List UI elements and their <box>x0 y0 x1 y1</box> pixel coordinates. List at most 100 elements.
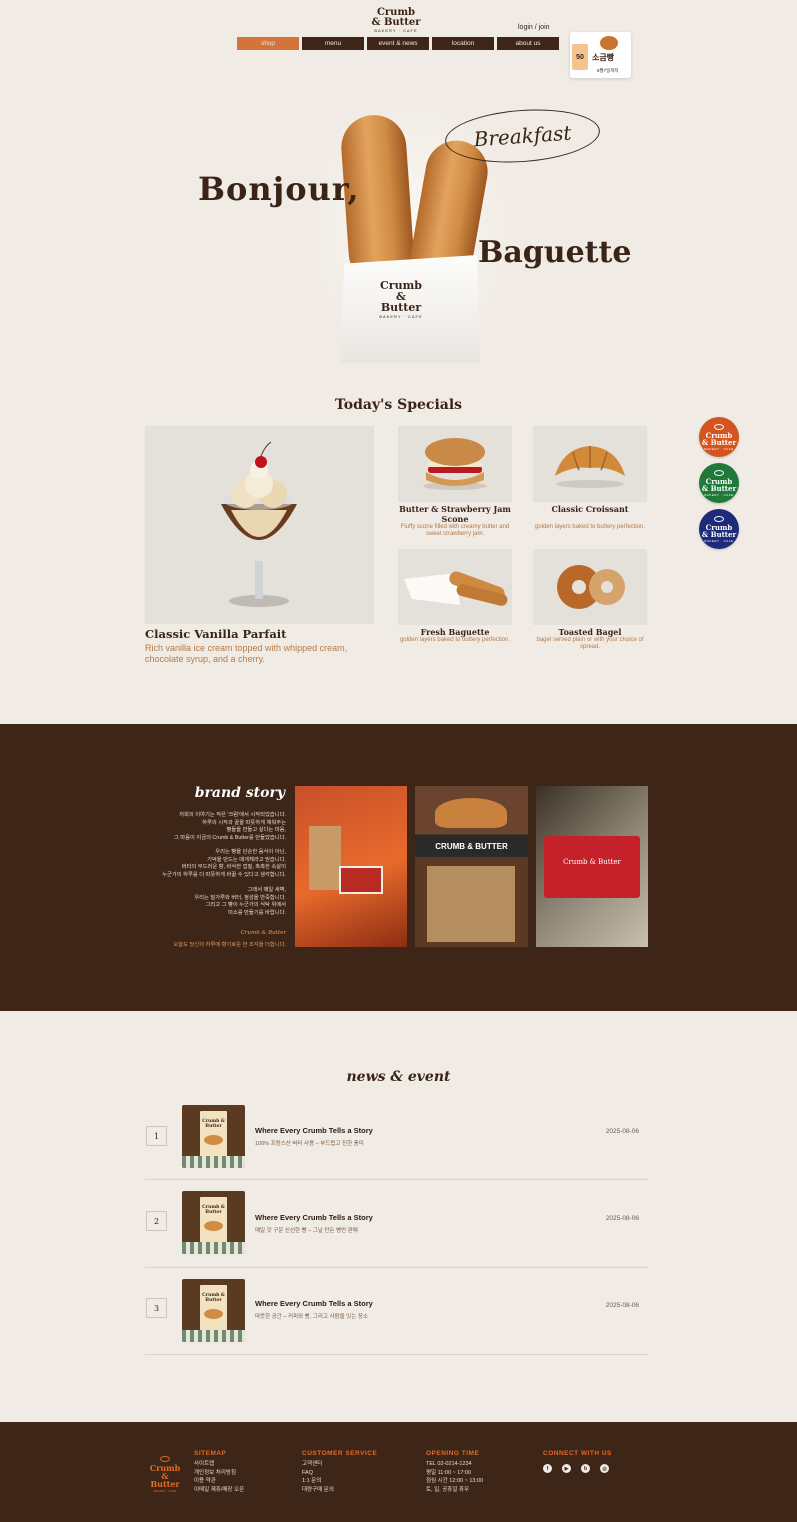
news-date: 2025-08-06 <box>605 1302 639 1309</box>
footer-link[interactable]: 사이트맵 <box>194 1460 244 1469</box>
thumb-stripe <box>182 1330 245 1342</box>
badge-orange[interactable]: Crumb & Butter BAKERY · CAFE <box>699 417 739 457</box>
brand-photo-basket: Crumb & Butter <box>536 786 648 947</box>
news-thumbnail[interactable]: Crumb & Butter <box>182 1279 245 1342</box>
croissant-icon <box>204 1135 223 1145</box>
fresh-baguette-desc: golden layers baked to buttery perfectio… <box>399 637 511 643</box>
footer-logo[interactable]: Crumb & Butter BAKERY · CAFE <box>148 1456 182 1493</box>
news-date: 2025-08-06 <box>605 1128 639 1135</box>
footer-info: 점심 시간 12:00 ~ 13:00 <box>426 1478 484 1484</box>
badge-navy[interactable]: Crumb & Butter BAKERY · CAFE <box>699 509 739 549</box>
fresh-baguette-name: Fresh Baguette <box>420 627 490 637</box>
brand-line: 빵들을 만들고 싶다는 마음, <box>226 827 287 834</box>
news-number: 3 <box>146 1298 167 1318</box>
scone-desc: Fluffy scone filled with creamy butter a… <box>400 524 510 537</box>
news-item[interactable]: 1 Crumb & Butter Where Every Crumb Tells… <box>145 1092 648 1180</box>
fresh-baguette-image[interactable] <box>398 549 512 625</box>
croissant-icon <box>714 423 724 430</box>
news-number: 1 <box>146 1126 167 1146</box>
bagel-image[interactable] <box>533 549 647 625</box>
bagel-desc: bagel served plain or with your choice o… <box>536 637 644 650</box>
footer-link[interactable]: 이메일 제휴/매장 오픈 <box>194 1486 244 1495</box>
facebook-icon[interactable]: f <box>543 1464 552 1473</box>
badge-text2: & Butter <box>701 483 737 493</box>
footer-sitemap: SITEMAP 사이트맵 개인정보 처리방침 이용 약관 이메일 제휴/매장 오… <box>194 1450 244 1494</box>
badge-green[interactable]: Crumb & Butter BAKERY · CAFE <box>699 463 739 503</box>
footer-link[interactable]: 이용 약관 <box>194 1477 244 1486</box>
bag-logo-sub: BAKERY · CAFE <box>379 314 423 319</box>
footer-link[interactable]: 고객센터 <box>302 1460 377 1469</box>
logo-sub: BAKERY · CAFE <box>374 28 418 33</box>
promo-name: 소금빵 <box>592 53 615 62</box>
news-thumbnail[interactable]: Crumb & Butter <box>182 1105 245 1168</box>
footer-heading: SITEMAP <box>194 1450 227 1457</box>
brand-line: 그 마음이 지금의 Crumb & Butter를 만들었습니다. <box>173 834 286 841</box>
nav-about-us[interactable]: about us <box>497 37 559 50</box>
news-item[interactable]: 2 Crumb & Butter Where Every Crumb Tells… <box>145 1180 648 1268</box>
instagram-icon[interactable]: ◎ <box>600 1464 609 1473</box>
paper-bag-shape <box>309 826 341 890</box>
croissant-image[interactable] <box>533 426 647 502</box>
thumb-stripe <box>182 1242 245 1254</box>
scone-image[interactable] <box>398 426 512 502</box>
bag-logo-line2: & Butter <box>380 290 422 314</box>
footer-link[interactable]: 개인정보 처리방침 <box>194 1469 244 1478</box>
promo-percent: 50 <box>572 44 588 70</box>
brand-line: 버터의 부드러운 향, 바삭한 껍질, 촉촉한 속살이 <box>181 864 286 871</box>
hero-headline-1: Bonjour, <box>198 170 360 208</box>
brand-line: 저희의 이야기는 작은 '크럼'에서 시작되었습니다. <box>179 812 286 818</box>
promo-popup[interactable]: 50 소금빵 8월7일까지 <box>570 32 631 78</box>
brand-line: 그래서 매일 새벽, <box>247 887 286 893</box>
salt-bread-icon <box>600 36 618 50</box>
news-title-text[interactable]: Where Every Crumb Tells a Story <box>255 1213 373 1222</box>
news-title-text[interactable]: Where Every Crumb Tells a Story <box>255 1126 373 1135</box>
footer-link[interactable]: 대량구매 문의 <box>302 1486 377 1495</box>
brand-line: 누군가의 하루를 더 따뜻하게 바꿀 수 있다고 생각합니다. <box>162 871 286 878</box>
thumb-title: Crumb & Butter <box>202 1119 225 1129</box>
brand-footnote: 오늘도 당신의 하루에 향기로운 한 조각을 더합니다. <box>173 942 286 948</box>
badge-sub: BAKERY · CAFE <box>704 538 734 543</box>
bag-logo: Crumb & Butter BAKERY · CAFE <box>375 280 427 319</box>
footer-link[interactable]: 1:1 문의 <box>302 1477 377 1486</box>
featured-desc: Rich vanilla ice cream topped with whipp… <box>145 643 348 664</box>
croissant-icon <box>714 515 724 522</box>
brand-paragraph-1: 저희의 이야기는 작은 '크럼'에서 시작되었습니다. 하루의 시작과 끝을 따… <box>150 812 286 842</box>
featured-name: Classic Vanilla Parfait <box>145 627 287 641</box>
croissant-icon <box>204 1221 223 1231</box>
croissant-desc: golden layers baked to buttery perfectio… <box>534 524 646 530</box>
brand-signature: Crumb & Butter <box>240 930 286 936</box>
news-thumbnail[interactable]: Crumb & Butter <box>182 1191 245 1254</box>
badge-text2: & Butter <box>701 529 737 539</box>
nav-menu[interactable]: menu <box>302 37 364 50</box>
news-date: 2025-08-06 <box>605 1215 639 1222</box>
news-desc: 100% 프랑스산 버터 사용 – 부드럽고 진한 풍미 <box>255 1141 364 1147</box>
news-desc: 매일 갓 구운 신선한 빵 – 그날 만든 빵만 판매 <box>255 1228 358 1234</box>
footer-link[interactable]: FAQ <box>302 1469 377 1478</box>
window-glow <box>427 866 515 942</box>
footer-info: 평일 11:00 ~ 17:00 <box>426 1469 472 1476</box>
nav-location[interactable]: location <box>432 37 494 50</box>
specials-title: Today's Specials <box>334 397 463 413</box>
login-join-link[interactable]: login / join <box>518 24 550 31</box>
scone-name: Butter & Strawberry Jam Scone <box>399 504 511 524</box>
footer-hours: OPENING TIME TEL 02-0214-1234 평일 11:00 ~… <box>426 1450 483 1494</box>
news-item[interactable]: 3 Crumb & Butter Where Every Crumb Tells… <box>145 1267 648 1355</box>
news-desc: 따뜻한 공간 – 커피와 빵, 그리고 사람을 잇는 장소 <box>255 1314 368 1320</box>
featured-image[interactable] <box>145 426 374 624</box>
header-logo[interactable]: Crumb & Butter BAKERY · CAFE <box>370 8 422 33</box>
logo-line2: & Butter <box>371 17 421 28</box>
giant-croissant-shape <box>435 798 507 828</box>
youtube-icon[interactable]: ▶ <box>562 1464 571 1473</box>
badge-text2: & Butter <box>701 437 737 447</box>
basket-shape <box>544 836 640 898</box>
news-title-text[interactable]: Where Every Crumb Tells a Story <box>255 1299 373 1308</box>
footer-logo-line2: & Butter <box>150 1471 180 1489</box>
box-shape <box>339 866 383 894</box>
brand-photo-storefront: CRUMB & BUTTER <box>415 786 528 947</box>
baguette-illustration <box>404 571 508 606</box>
hero-headline-2: Baguette <box>478 235 632 270</box>
blog-icon[interactable]: b <box>581 1464 590 1473</box>
thumb-title: Crumb & Butter <box>202 1205 225 1215</box>
nav-shop[interactable]: shop <box>237 37 299 50</box>
nav-event-news[interactable]: event & news <box>367 37 429 50</box>
